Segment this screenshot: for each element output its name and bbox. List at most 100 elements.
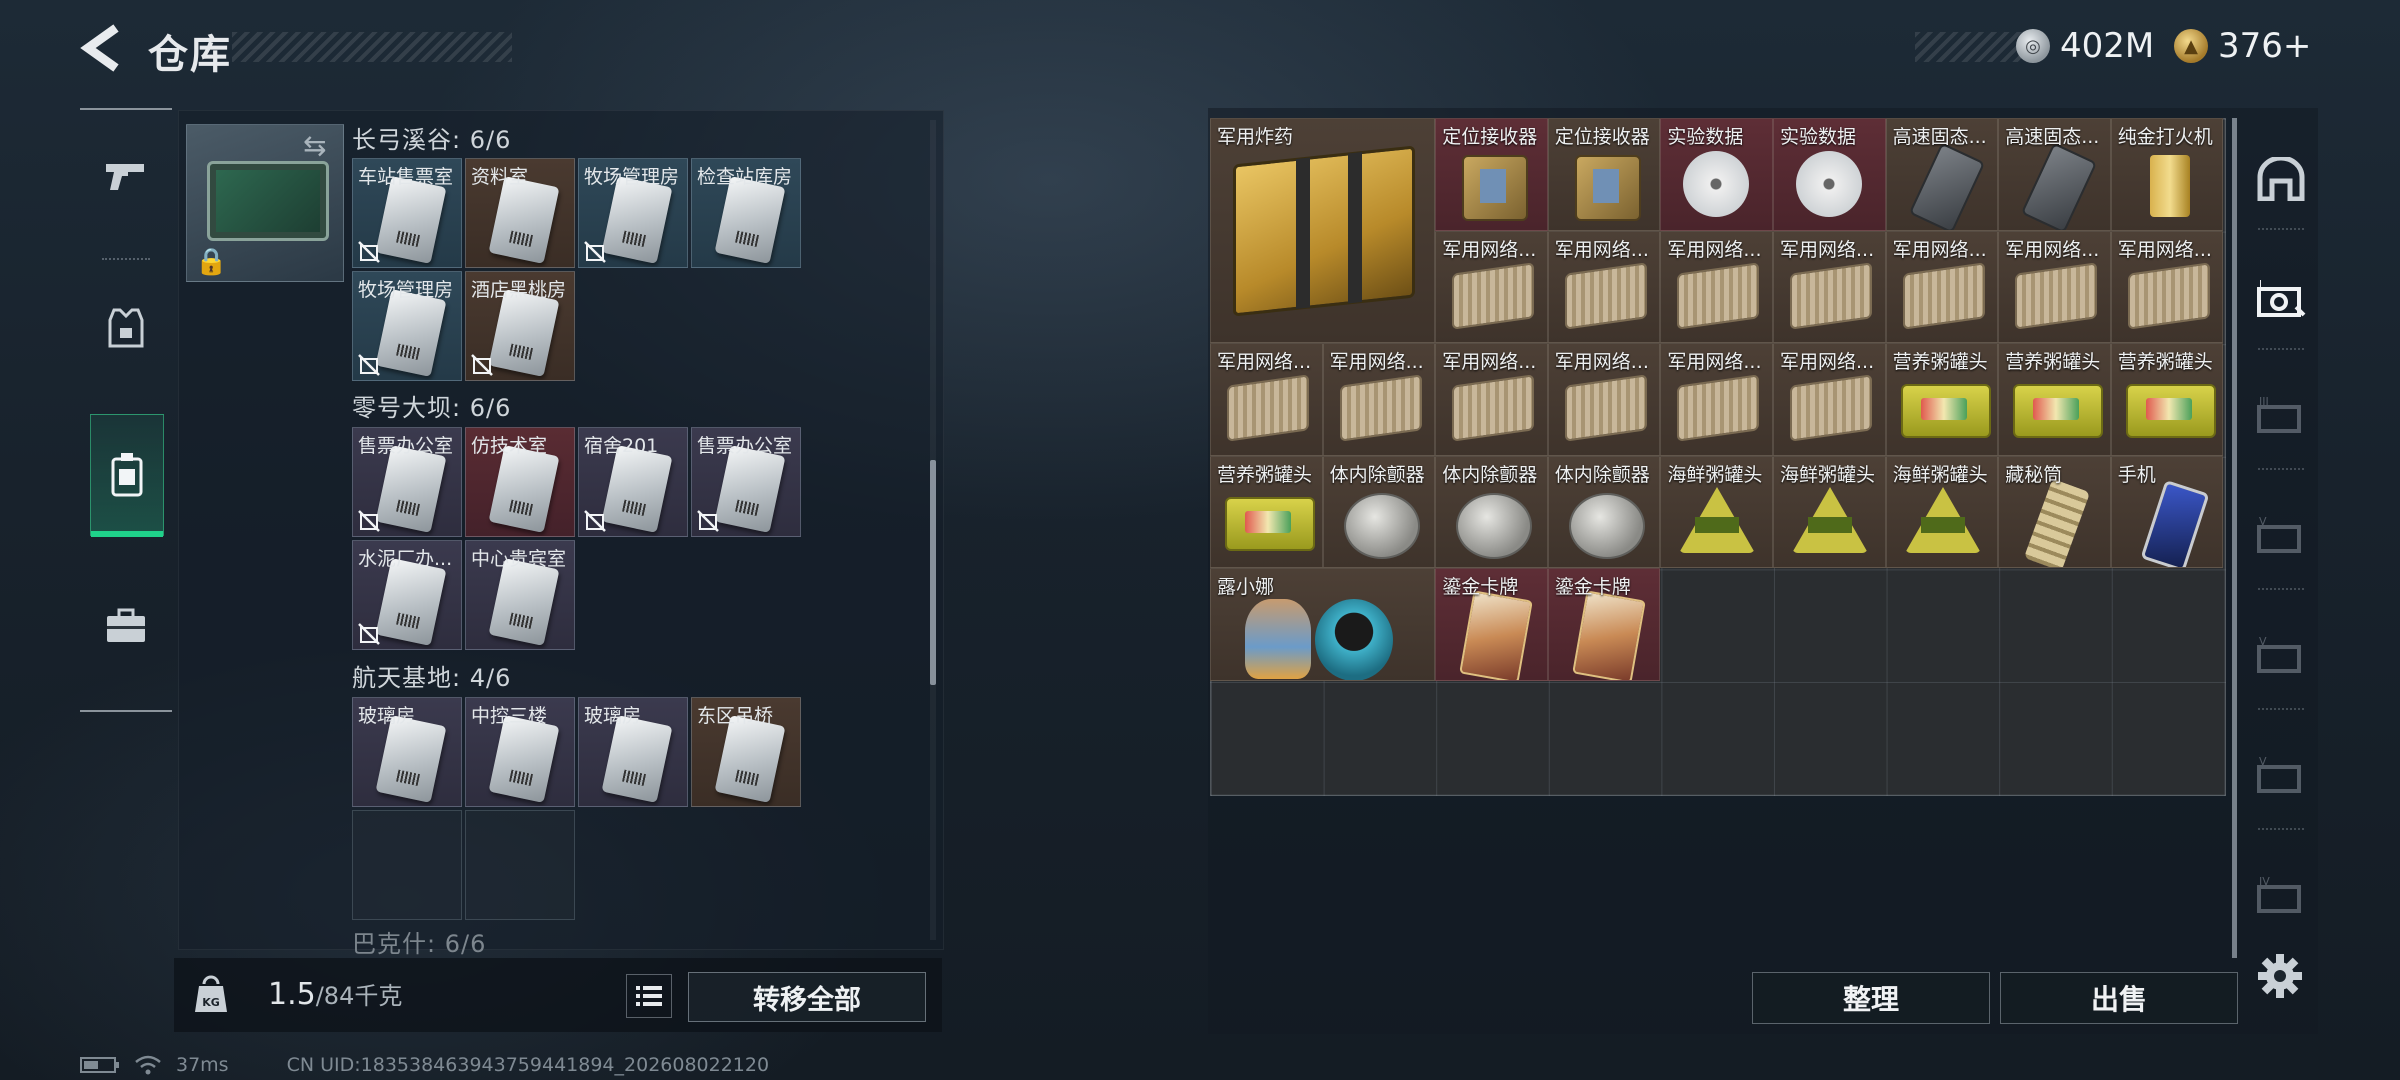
- transfer-all-button[interactable]: 转移全部: [688, 972, 926, 1022]
- rail-separator: [2258, 228, 2304, 230]
- key-card-slot[interactable]: 售票办公室: [352, 427, 462, 537]
- key-card-slot[interactable]: 牧场管理房: [578, 158, 688, 268]
- svg-text:I: I: [2259, 279, 2262, 290]
- status-bar: 37ms CN UID:1835384639437594418​94_20260…: [80, 1054, 769, 1076]
- storage-item[interactable]: 军用网络...: [1210, 343, 1323, 456]
- category-key-case[interactable]: [90, 414, 164, 537]
- storage-scrollbar[interactable]: [2232, 118, 2237, 958]
- item-name: 营养粥罐头: [1217, 463, 1313, 486]
- back-button[interactable]: [78, 22, 130, 74]
- storage-tab-main[interactable]: [2256, 154, 2306, 204]
- item-image: [1245, 599, 1311, 680]
- storage-item[interactable]: 高速固态...: [1998, 118, 2111, 231]
- key-card-slot[interactable]: 检查站库房: [691, 158, 801, 268]
- key-card-slot[interactable]: 宿舍201: [578, 427, 688, 537]
- item-image: [1343, 492, 1420, 559]
- storage-item[interactable]: 军用网络...: [1435, 343, 1548, 456]
- storage-item[interactable]: 鎏金卡牌: [1547, 568, 1661, 681]
- settings-button[interactable]: [2256, 952, 2304, 1000]
- title-decoration: [232, 32, 512, 62]
- category-armor[interactable]: [90, 268, 162, 388]
- storage-item[interactable]: 纯金打火机: [2110, 118, 2224, 231]
- weight-icon: KG: [194, 974, 228, 1014]
- back-arrow-icon: [80, 24, 119, 72]
- key-card-slot[interactable]: 售票办公室: [691, 427, 801, 537]
- empty-key-slot[interactable]: [465, 810, 575, 920]
- weight-max: /84千克: [315, 982, 403, 1010]
- svg-text:III: III: [2259, 395, 2269, 408]
- item-name: 军用网络...: [1442, 238, 1537, 261]
- list-view-button[interactable]: [626, 974, 672, 1018]
- storage-item[interactable]: 实验数据: [1660, 118, 1773, 231]
- storage-item[interactable]: 军用网络...: [1547, 343, 1661, 456]
- empty-key-slot[interactable]: [352, 810, 462, 920]
- item-image: [1315, 599, 1393, 680]
- storage-item[interactable]: 军用网络...: [1322, 343, 1436, 456]
- key-card-slot[interactable]: 酒店黑桃房: [465, 271, 575, 381]
- key-case-container[interactable]: ⇆ 🔒: [186, 124, 344, 282]
- storage-item[interactable]: 军用网络...: [1885, 230, 1999, 344]
- storage-item[interactable]: 军用网络...: [1660, 343, 1773, 456]
- storage-item[interactable]: 军用网络...: [2110, 230, 2224, 344]
- key-case-scrollbar[interactable]: [930, 460, 936, 685]
- uid-text: CN UID:1835384639437594418​94_2026080221…: [286, 1054, 770, 1076]
- key-card-slot[interactable]: 玻璃房: [352, 697, 462, 807]
- storage-tab-5c[interactable]: V: [2256, 750, 2306, 800]
- item-image: [1796, 151, 1862, 217]
- storage-item[interactable]: 营养粥罐头: [1998, 343, 2111, 456]
- storage-item[interactable]: 营养粥罐头: [1210, 455, 1323, 569]
- storage-item[interactable]: 手机: [2110, 455, 2224, 569]
- storage-item[interactable]: 营养粥罐头: [2110, 343, 2224, 456]
- key-card-slot[interactable]: 中控三楼: [465, 697, 575, 807]
- swap-icon[interactable]: ⇆: [303, 129, 326, 162]
- storage-item[interactable]: 海鲜粥罐头: [1773, 455, 1886, 569]
- storage-item[interactable]: 海鲜粥罐头: [1885, 455, 1999, 569]
- storage-item[interactable]: 军用网络...: [1998, 230, 2111, 344]
- storage-item[interactable]: 军用网络...: [1547, 230, 1661, 344]
- item-name: 实验数据: [1667, 126, 1744, 148]
- storage-item[interactable]: 鎏金卡牌: [1435, 568, 1548, 681]
- storage-tab-1[interactable]: I: [2256, 274, 2306, 324]
- item-image: [1564, 374, 1647, 442]
- storage-item[interactable]: 露小娜: [1210, 568, 1436, 681]
- storage-tab-3[interactable]: III: [2256, 390, 2306, 440]
- key-card-label: 玻璃房: [358, 705, 416, 727]
- key-card-label: 宿舍201: [584, 435, 659, 457]
- storage-item[interactable]: 军用网络...: [1773, 343, 1886, 456]
- storage-item[interactable]: 军用网络...: [1660, 230, 1773, 344]
- key-card-image: [375, 715, 447, 803]
- category-briefcase[interactable]: [90, 566, 162, 686]
- item-name: 营养粥罐头: [2005, 351, 2101, 374]
- key-card-slot[interactable]: 仿技术室: [465, 427, 575, 537]
- key-card-slot[interactable]: 东区吊桥: [691, 697, 801, 807]
- storage-item[interactable]: 军用网络...: [1435, 230, 1548, 344]
- storage-item[interactable]: 军用炸药: [1210, 118, 1436, 344]
- key-card-slot[interactable]: 牧场管理房: [352, 271, 462, 381]
- storage-tab-5[interactable]: V: [2256, 510, 2306, 560]
- storage-item[interactable]: 高速固态...: [1885, 118, 1999, 231]
- section-header: 长弓溪谷: 6/6: [352, 126, 512, 154]
- item-image: [2149, 155, 2190, 217]
- storage-item[interactable]: 实验数据: [1773, 118, 1886, 231]
- storage-item[interactable]: 藏秘筒: [1998, 455, 2111, 569]
- no-bring-out-icon: [358, 623, 380, 645]
- storage-tab-4[interactable]: IV: [2256, 870, 2306, 920]
- storage-item[interactable]: 体内除颤器: [1547, 455, 1661, 569]
- storage-item[interactable]: 体内除颤器: [1435, 455, 1548, 569]
- key-card-slot[interactable]: 车站售票室: [352, 158, 462, 268]
- storage-item[interactable]: 海鲜粥罐头: [1660, 455, 1773, 569]
- key-card-slot[interactable]: 资料室: [465, 158, 575, 268]
- sell-button[interactable]: 出售: [2000, 972, 2238, 1024]
- sort-button[interactable]: 整理: [1752, 972, 1990, 1024]
- key-card-slot[interactable]: 中心贵宾室: [465, 540, 575, 650]
- storage-item[interactable]: 定位接收器: [1547, 118, 1661, 231]
- storage-item[interactable]: 军用网络...: [1773, 230, 1886, 344]
- category-weapons[interactable]: [90, 116, 162, 236]
- storage-item[interactable]: 体内除颤器: [1322, 455, 1436, 569]
- item-image: [1679, 486, 1756, 553]
- storage-item[interactable]: 营养粥罐头: [1885, 343, 1999, 456]
- key-card-slot[interactable]: 玻璃房: [578, 697, 688, 807]
- key-card-slot[interactable]: 水泥厂办...: [352, 540, 462, 650]
- storage-tab-5b[interactable]: V: [2256, 630, 2306, 680]
- storage-item[interactable]: 定位接收器: [1435, 118, 1548, 231]
